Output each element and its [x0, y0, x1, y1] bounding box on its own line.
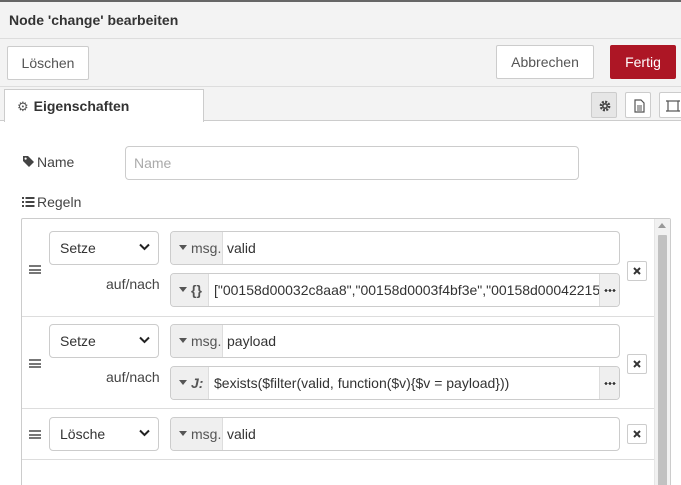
file-text-icon: [634, 99, 645, 113]
rule-item: Setze msg. payload auf/nach J: $exists($…: [22, 317, 654, 409]
value-text: ["00158d00032c8aa8","00158d0003f4bf3e","…: [214, 282, 599, 298]
close-icon: [633, 267, 641, 275]
name-input[interactable]: [125, 146, 579, 180]
rule-action-select[interactable]: Setze: [49, 324, 159, 358]
value-type-button[interactable]: {}: [171, 274, 209, 306]
scroll-up-arrow-icon[interactable]: [658, 223, 666, 228]
rule-item: Lösche msg. valid: [22, 409, 654, 460]
value-type-button[interactable]: J:: [171, 367, 209, 399]
tray-toolbar: Löschen Abbrechen Fertig: [0, 39, 681, 87]
rule-action-value: Lösche: [60, 426, 106, 442]
expand-editor-button[interactable]: [599, 274, 619, 306]
chevron-down-icon: [139, 243, 150, 251]
gear-icon: [599, 100, 611, 112]
expand-editor-button[interactable]: [599, 367, 619, 399]
rule-action-value: Setze: [60, 240, 96, 256]
done-button[interactable]: Fertig: [610, 45, 676, 79]
close-icon: [633, 360, 641, 368]
target-type-label: msg.: [191, 333, 222, 349]
gear-icon: ⚙: [17, 99, 29, 114]
rules-label-text: Regeln: [37, 194, 82, 210]
to-label: auf/nach: [106, 369, 160, 385]
tab-properties-label: Eigenschaften: [33, 98, 130, 114]
window-icon: [666, 100, 680, 112]
rules-scrollbar[interactable]: [654, 219, 670, 485]
rule-action-value: Setze: [60, 333, 96, 349]
chevron-down-icon: [139, 336, 150, 344]
rule-action-select[interactable]: Lösche: [49, 417, 159, 451]
remove-rule-button[interactable]: [627, 354, 647, 374]
target-value: payload: [227, 333, 277, 349]
caret-down-icon: [179, 245, 187, 250]
target-type-label: msg.: [191, 240, 222, 256]
ellipsis-icon: [604, 382, 616, 385]
scroll-thumb[interactable]: [658, 235, 667, 485]
jsonata-type-icon: J:: [191, 375, 204, 391]
rule-action-select[interactable]: Setze: [49, 231, 159, 265]
name-label: Name: [22, 154, 74, 170]
tab-properties[interactable]: ⚙ Eigenschaften: [4, 89, 204, 122]
target-value: valid: [227, 240, 256, 256]
list-icon: [22, 197, 35, 207]
remove-rule-button[interactable]: [627, 424, 647, 444]
rules-label: Regeln: [22, 194, 81, 210]
target-type-button[interactable]: msg.: [171, 232, 223, 264]
tray-title: Node 'change' bearbeiten: [9, 12, 179, 28]
cancel-button[interactable]: Abbrechen: [496, 45, 594, 79]
rule-target-input[interactable]: msg. payload: [170, 324, 620, 358]
ellipsis-icon: [604, 289, 616, 292]
drag-handle-icon[interactable]: [29, 430, 41, 439]
drag-handle-icon[interactable]: [29, 359, 41, 368]
caret-down-icon: [179, 287, 187, 292]
caret-down-icon: [179, 338, 187, 343]
tab-appearance-button[interactable]: [659, 92, 681, 118]
target-type-label: msg.: [191, 426, 222, 442]
rule-value-input[interactable]: J: $exists($filter(valid, function($v){$…: [170, 366, 620, 400]
remove-rule-button[interactable]: [627, 261, 647, 281]
close-icon: [633, 430, 641, 438]
caret-down-icon: [179, 431, 187, 436]
target-type-button[interactable]: msg.: [171, 418, 223, 450]
value-text: $exists($filter(valid, function($v){$v =…: [214, 375, 510, 391]
tab-settings-button[interactable]: [591, 92, 617, 118]
tag-icon: [23, 156, 34, 167]
to-label: auf/nach: [106, 276, 160, 292]
target-type-button[interactable]: msg.: [171, 325, 223, 357]
drag-handle-icon[interactable]: [29, 265, 41, 274]
rules-list: Setze msg. valid auf/nach {} ["00158d000…: [21, 218, 671, 485]
caret-down-icon: [179, 380, 187, 385]
rule-value-input[interactable]: {} ["00158d00032c8aa8","00158d0003f4bf3e…: [170, 273, 620, 307]
chevron-down-icon: [139, 429, 150, 437]
name-label-text: Name: [37, 154, 75, 170]
tab-description-button[interactable]: [625, 92, 651, 118]
delete-button[interactable]: Löschen: [7, 46, 89, 80]
json-type-icon: {}: [191, 282, 202, 298]
tabs-bar: ⚙ Eigenschaften: [0, 87, 681, 122]
rule-target-input[interactable]: msg. valid: [170, 417, 620, 451]
tray-header: Node 'change' bearbeiten: [0, 0, 681, 39]
target-value: valid: [227, 426, 256, 442]
rule-target-input[interactable]: msg. valid: [170, 231, 620, 265]
rule-item: Setze msg. valid auf/nach {} ["00158d000…: [22, 219, 654, 317]
